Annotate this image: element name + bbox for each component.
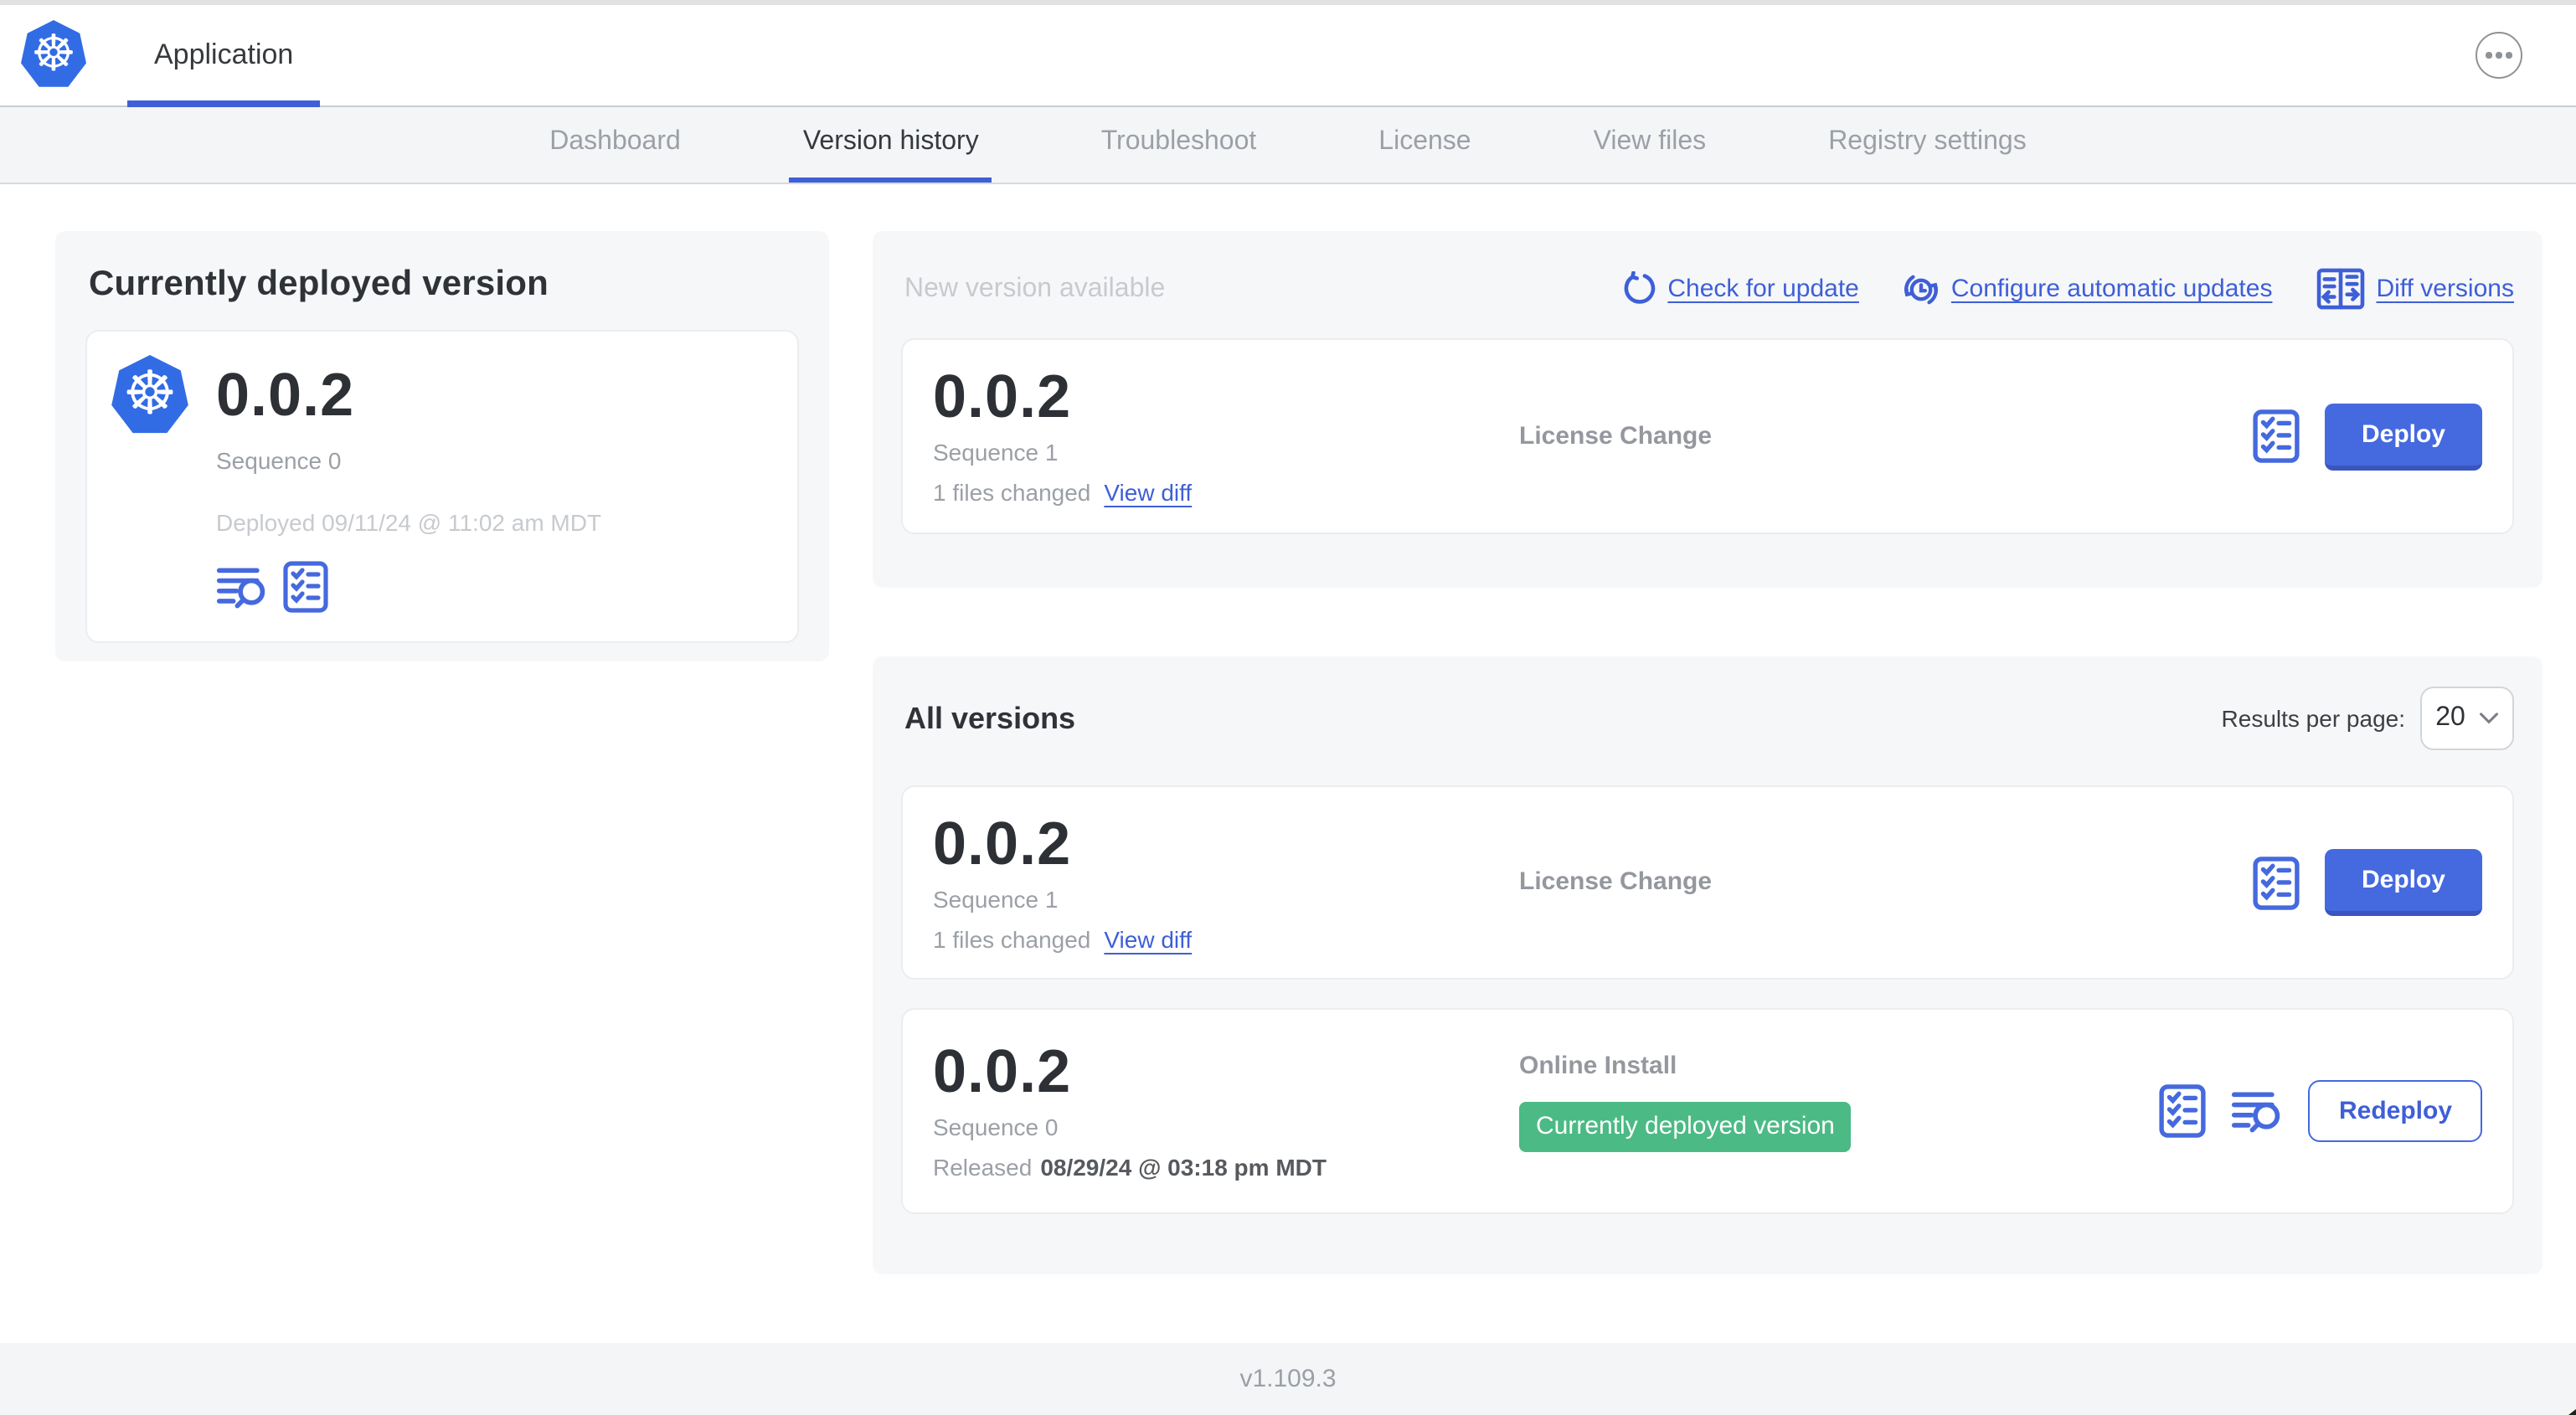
released-timestamp: 08/29/24 @ 03:18 pm MDT bbox=[1040, 1154, 1327, 1181]
new-version-heading: New version available bbox=[904, 274, 1166, 302]
new-version-card: 0.0.2 Sequence 1 1 files changed View di… bbox=[901, 338, 2514, 534]
config-checklist-icon[interactable] bbox=[2253, 409, 2300, 464]
sequence-label: Sequence 1 bbox=[933, 885, 1059, 912]
app-tab-label: Application bbox=[154, 39, 294, 70]
view-logs-icon[interactable] bbox=[216, 565, 268, 609]
version-row: 0.0.2 Sequence 1 1 files changed View di… bbox=[901, 785, 2514, 980]
console-version: v1.109.3 bbox=[1239, 1365, 1337, 1393]
results-per-page-select[interactable]: 20 bbox=[2420, 687, 2514, 750]
config-checklist-icon[interactable] bbox=[2160, 1083, 2207, 1139]
tab-license[interactable]: License bbox=[1365, 107, 1484, 183]
auto-update-clock-icon bbox=[1904, 274, 1938, 304]
diff-versions-link[interactable]: Diff versions bbox=[2316, 268, 2514, 310]
diff-icon bbox=[2316, 268, 2364, 310]
screen: ☸ Application Dashboard Version history … bbox=[0, 0, 2576, 1415]
files-changed-label: 1 files changed bbox=[933, 479, 1091, 506]
tab-registry-settings[interactable]: Registry settings bbox=[1815, 107, 2040, 183]
chevron-down-icon bbox=[2479, 713, 2498, 724]
deploy-button[interactable]: Deploy bbox=[2324, 403, 2482, 470]
view-diff-link[interactable]: View diff bbox=[1104, 925, 1192, 952]
tab-dashboard[interactable]: Dashboard bbox=[536, 107, 694, 183]
kubernetes-logo-icon: ☸ bbox=[21, 20, 86, 87]
more-menu-button[interactable] bbox=[2476, 32, 2522, 79]
main-content: Currently deployed version ☸ 0.0.2 Seque… bbox=[0, 184, 2576, 1343]
currently-deployed-heading: Currently deployed version bbox=[89, 265, 549, 303]
tab-version-history[interactable]: Version history bbox=[789, 107, 992, 183]
sequence-label: Sequence 1 bbox=[933, 439, 1059, 466]
section-nav: Dashboard Version history Troubleshoot L… bbox=[0, 107, 2576, 184]
configure-automatic-updates-link[interactable]: Configure automatic updates bbox=[1903, 270, 2272, 307]
all-versions-panel: All versions Results per page: 20 0.0.2 … bbox=[873, 656, 2543, 1274]
new-version-panel: New version available Check for update C… bbox=[873, 231, 2543, 588]
version-row: 0.0.2 Sequence 0 Released 08/29/24 @ 03:… bbox=[901, 1008, 2514, 1214]
deployed-timestamp: Deployed 09/11/24 @ 11:02 am MDT bbox=[216, 509, 602, 536]
version-number: 0.0.2 bbox=[933, 1037, 1072, 1105]
active-tab-underline bbox=[127, 100, 321, 107]
version-source-label: Online Install bbox=[1519, 1052, 1677, 1080]
all-versions-heading: All versions bbox=[904, 701, 1076, 734]
config-checklist-icon[interactable] bbox=[283, 561, 328, 613]
results-per-page-label: Results per page: bbox=[2221, 705, 2405, 732]
currently-deployed-panel: Currently deployed version ☸ 0.0.2 Seque… bbox=[55, 231, 829, 661]
view-diff-link[interactable]: View diff bbox=[1104, 479, 1192, 506]
check-for-update-link[interactable]: Check for update bbox=[1620, 271, 1859, 306]
version-number: 0.0.2 bbox=[216, 360, 355, 429]
currently-deployed-badge: Currently deployed version bbox=[1519, 1102, 1852, 1152]
sequence-label: Sequence 0 bbox=[933, 1114, 1059, 1140]
version-source-label: License Change bbox=[1519, 421, 1713, 450]
tab-view-files[interactable]: View files bbox=[1580, 107, 1720, 183]
app-header: ☸ Application bbox=[0, 5, 2576, 107]
files-changed-label: 1 files changed bbox=[933, 925, 1091, 952]
released-label: Released bbox=[933, 1154, 1033, 1181]
redeploy-button[interactable]: Redeploy bbox=[2308, 1080, 2482, 1142]
app-footer: v1.109.3 bbox=[0, 1343, 2576, 1415]
ellipsis-icon bbox=[2486, 52, 2492, 59]
refresh-icon bbox=[1623, 271, 1655, 304]
version-number: 0.0.2 bbox=[933, 808, 1072, 877]
currently-deployed-card: ☸ 0.0.2 Sequence 0 Deployed 09/11/24 @ 1… bbox=[85, 330, 799, 643]
app-tab[interactable]: Application bbox=[127, 5, 321, 107]
tab-troubleshoot[interactable]: Troubleshoot bbox=[1088, 107, 1270, 183]
sequence-label: Sequence 0 bbox=[216, 447, 342, 474]
version-number: 0.0.2 bbox=[933, 362, 1072, 430]
deploy-button[interactable]: Deploy bbox=[2324, 849, 2482, 916]
version-source-label: License Change bbox=[1519, 867, 1713, 896]
app-icon: ☸ bbox=[111, 355, 188, 434]
view-logs-icon[interactable] bbox=[2232, 1089, 2284, 1133]
config-checklist-icon[interactable] bbox=[2253, 855, 2300, 910]
